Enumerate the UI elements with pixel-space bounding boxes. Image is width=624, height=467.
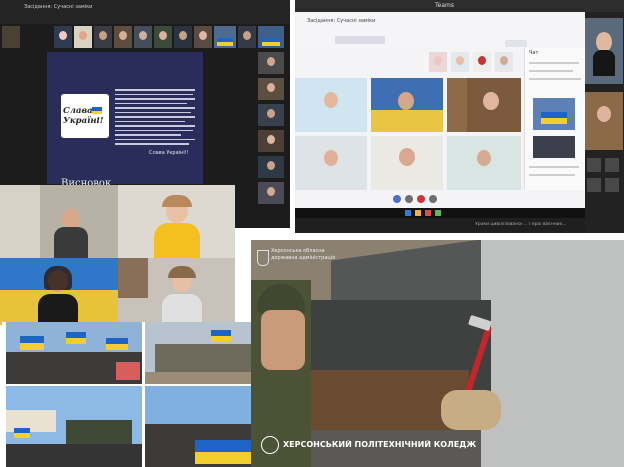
poster-text-lines: Слава Україні!! — [115, 86, 197, 182]
side-thumbnails — [258, 26, 286, 216]
photo-tank-destroyed — [145, 322, 265, 384]
video-tile[interactable] — [295, 78, 367, 132]
video-grid — [295, 48, 540, 198]
control-bar — [295, 190, 585, 208]
participant-thumb[interactable] — [174, 26, 192, 48]
participant-thumb[interactable] — [258, 156, 284, 178]
participant-thumb[interactable] — [451, 52, 469, 72]
participant-thumb[interactable] — [585, 92, 623, 150]
zoom-window-right: Teams Засідання: Сучасні заміки Чат Урок… — [295, 0, 624, 233]
soldier — [251, 280, 311, 467]
kherson-photo: Херсонська обласна державна адміністраці… — [251, 240, 624, 467]
video-tile[interactable] — [295, 136, 367, 190]
header-button[interactable] — [505, 40, 527, 47]
camera-button[interactable] — [405, 195, 413, 203]
college-label: ХЕРСОНСЬКИЙ ПОЛІТЕХНІЧНИЙ КОЛЕДЖ — [283, 440, 477, 449]
coat-of-arms-icon — [257, 250, 269, 266]
video-tile-girl-headset — [118, 185, 235, 258]
rally-photo-collage — [2, 322, 265, 467]
participant-thumb[interactable] — [194, 26, 212, 48]
participant-thumb[interactable] — [238, 26, 256, 48]
admin-logo: Херсонська обласна державна адміністраці… — [255, 246, 347, 274]
participant-thumb[interactable] — [258, 52, 284, 74]
video-tile-girl-glasses — [118, 258, 235, 325]
participant-thumb[interactable] — [258, 26, 284, 48]
chat-panel: Чат — [524, 48, 587, 198]
admin-label: Херсонська обласна державна адміністраці… — [271, 248, 336, 261]
photo-big-flag — [145, 386, 265, 467]
shared-poster: Слава Україні! Слава Україні!! Висновок — [47, 52, 203, 189]
participant-thumb[interactable] — [54, 26, 72, 48]
participant-thumb[interactable] — [94, 26, 112, 48]
arm — [441, 390, 501, 430]
poster-footer: Слава Україні!! — [149, 149, 189, 156]
poster-badge: Слава Україні! — [61, 94, 109, 138]
participant-thumb[interactable] — [258, 104, 284, 126]
participant-thumb[interactable] — [605, 158, 619, 172]
participant-thumb[interactable] — [258, 182, 284, 204]
photo-military-truck — [6, 386, 142, 467]
taskbar — [295, 208, 585, 218]
mic-button[interactable] — [393, 195, 401, 203]
participant-thumb[interactable] — [585, 18, 623, 84]
flag-icon — [217, 38, 233, 46]
participant-thumb[interactable] — [495, 52, 513, 72]
participant-thumb[interactable] — [154, 26, 172, 48]
participant-thumb[interactable] — [214, 26, 236, 48]
participant-thumb[interactable] — [587, 178, 601, 192]
leave-button[interactable] — [417, 195, 425, 203]
title-bar: Засідання: Сучасні заміки — [0, 0, 290, 48]
teams-title-bar: Teams — [295, 0, 624, 12]
bottom-caption: Уроки цивілізованої ... Герої воєнних... — [475, 222, 567, 227]
video-tile[interactable] — [371, 78, 443, 132]
video-tile[interactable] — [371, 136, 443, 190]
video-tile-woman-sunflowers — [0, 258, 118, 325]
flag-icon — [92, 107, 102, 114]
video-tile[interactable] — [447, 136, 521, 190]
participant-thumb[interactable] — [258, 130, 284, 152]
window-title: Teams — [435, 2, 454, 9]
chat-image[interactable] — [533, 98, 575, 130]
participant-thumb[interactable] — [74, 26, 92, 48]
video-collage — [0, 185, 235, 325]
chat-title: Чат — [529, 50, 539, 56]
participant-thumb[interactable] — [587, 158, 601, 172]
participant-thumb[interactable] — [605, 178, 619, 192]
chat-image[interactable] — [533, 136, 575, 158]
participant-thumb[interactable] — [473, 52, 491, 72]
participant-thumb[interactable] — [134, 26, 152, 48]
participants-strip — [54, 24, 258, 51]
right-participants — [585, 12, 624, 233]
video-tile-boy — [0, 185, 118, 258]
share-button[interactable] — [429, 195, 437, 203]
meeting-title: Засідання: Сучасні заміки — [307, 18, 376, 24]
video-tile[interactable] — [447, 78, 521, 132]
meeting-title: Засідання: Сучасні заміки — [24, 4, 93, 10]
meeting-header: Засідання: Сучасні заміки — [295, 12, 585, 48]
host-thumb[interactable] — [2, 26, 20, 48]
participant-thumb[interactable] — [114, 26, 132, 48]
participant-thumb[interactable] — [429, 52, 447, 72]
photo-rally-crowd — [6, 322, 142, 384]
participant-thumb[interactable] — [258, 78, 284, 100]
college-logo-icon — [261, 436, 279, 454]
header-chip[interactable] — [335, 36, 385, 44]
